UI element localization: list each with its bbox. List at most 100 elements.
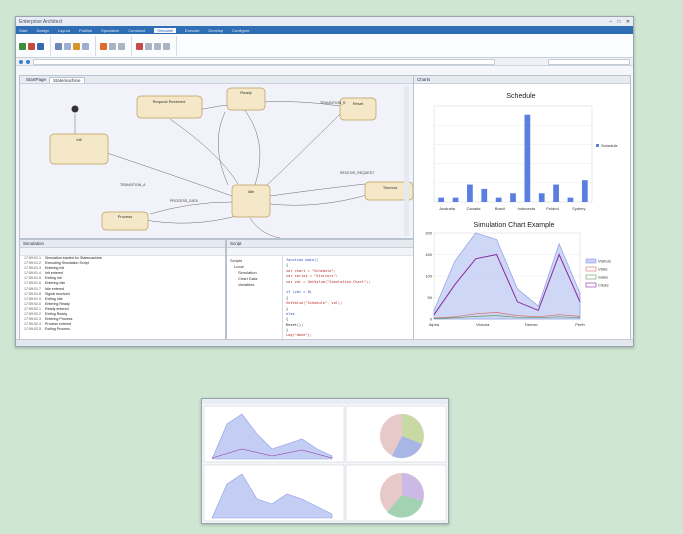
bar[interactable] xyxy=(467,184,473,202)
ribbon-tab-configure[interactable]: Configure xyxy=(232,28,249,33)
watch-icon[interactable] xyxy=(82,42,89,50)
diagram-scrollbar[interactable] xyxy=(404,86,409,236)
preview-charts xyxy=(203,405,447,522)
x-tick-label: Australia xyxy=(439,206,455,211)
prev-icon[interactable] xyxy=(163,42,170,50)
trace-icon[interactable] xyxy=(136,42,143,50)
simulation-toolbar xyxy=(20,248,225,256)
x-tick-label: Victoria xyxy=(476,322,490,327)
window-title: Enterprise Architect xyxy=(19,18,63,25)
simulation-chart: Simulation Chart Example 0 50 100 150 200 Visi… xyxy=(425,222,611,327)
stop-icon[interactable] xyxy=(28,42,35,50)
y-tick-label: 150 xyxy=(425,252,432,257)
log-text: Signal received xyxy=(45,291,70,296)
step-icon[interactable] xyxy=(37,42,44,50)
log-entry[interactable]: 17:59:02.5 Exiting Process xyxy=(24,327,225,332)
y-tick-label: 0 xyxy=(430,317,433,322)
log-timestamp: 17:59:01.8 xyxy=(24,291,41,296)
transition-edge xyxy=(239,103,261,186)
y-tick-label: 200 xyxy=(425,231,432,236)
log-timestamp: 17:59:02.2 xyxy=(24,312,41,317)
status-bar xyxy=(16,339,633,346)
ribbon-tab-design[interactable]: Design xyxy=(36,28,48,33)
forward-icon[interactable] xyxy=(26,59,30,64)
transition-edge xyxy=(269,183,366,197)
script-editor[interactable]: function main(){ var chart = "Schedule";… xyxy=(283,256,413,340)
main-window: Enterprise Architect – □ ✕ Start Design La… xyxy=(15,16,634,347)
state-node-request[interactable]: Request Received xyxy=(136,95,203,119)
record-icon[interactable] xyxy=(109,42,116,50)
charts-pane: Charts Schedule Australia Canada Brazil Indo… xyxy=(413,75,631,341)
search-input[interactable] xyxy=(548,58,630,65)
breadcrumb-input[interactable] xyxy=(33,58,495,65)
x-tick-label: Indonesia xyxy=(517,206,535,211)
pause-icon[interactable] xyxy=(118,42,125,50)
chart-title: Schedule xyxy=(506,93,535,100)
legend-label: Schedule xyxy=(601,143,618,148)
preview-window xyxy=(201,398,449,524)
ribbon-tab-execute[interactable]: Execute xyxy=(185,28,199,33)
next-icon[interactable] xyxy=(154,42,161,50)
legend-label: Visits xyxy=(598,267,607,272)
ribbon-tab-layout[interactable]: Layout xyxy=(58,28,70,33)
bar[interactable] xyxy=(567,197,574,202)
log-timestamp: 17:59:02.1 xyxy=(24,306,41,311)
log-text: Simulation started for Statemachine xyxy=(45,256,102,260)
run-icon[interactable] xyxy=(19,42,26,50)
simulation-pane: Simulation 17:59:01.1 Simulation started … xyxy=(19,239,226,341)
state-node-ready[interactable]: Ready xyxy=(226,87,266,111)
chart-icon[interactable] xyxy=(100,42,107,50)
back-icon[interactable] xyxy=(19,59,23,64)
state-label: Timeout xyxy=(383,185,398,190)
tab-startpage[interactable]: StartPage xyxy=(23,77,49,82)
script-pane-title: Script xyxy=(230,241,242,246)
close-icon[interactable]: ✕ xyxy=(626,19,630,25)
legend-swatch xyxy=(585,258,597,264)
bar[interactable] xyxy=(538,193,545,202)
state-label: Init xyxy=(76,137,82,142)
y-tick-label: 100 xyxy=(425,274,432,279)
bar[interactable] xyxy=(438,197,445,202)
ribbon-tab-publish[interactable]: Publish xyxy=(79,28,92,33)
state-node-process[interactable]: Process xyxy=(101,211,149,231)
maximize-icon[interactable]: □ xyxy=(617,19,620,25)
minimize-icon[interactable]: – xyxy=(609,19,612,25)
legend-swatch xyxy=(596,144,599,147)
log-text: Idle entered xyxy=(45,286,64,291)
script-toolbar xyxy=(227,248,413,256)
bar[interactable] xyxy=(524,114,531,202)
ribbon-tab-construct[interactable]: Construct xyxy=(128,28,145,33)
transition-edge xyxy=(249,217,281,238)
state-node-idle[interactable]: Idle xyxy=(231,184,271,218)
tab-statemachine[interactable]: Statemachine xyxy=(49,76,85,83)
log-text: Entering Idle xyxy=(45,281,66,286)
bar[interactable] xyxy=(452,197,459,202)
log-text: Process entered xyxy=(45,322,72,327)
history-icon[interactable] xyxy=(145,42,152,50)
x-tick-label: Canada xyxy=(466,206,481,211)
breakpoint-icon[interactable] xyxy=(73,42,80,50)
script-pane-header: Script xyxy=(227,240,413,248)
state-diagram: Init Request Received Ready Reset Idle T… xyxy=(20,84,413,238)
x-tick-label: Denver xyxy=(525,322,539,327)
ribbon-tab-start[interactable]: Start xyxy=(19,28,27,33)
debug-icon[interactable] xyxy=(64,42,71,50)
ribbon-tab-specialize[interactable]: Specialize xyxy=(101,28,119,33)
plot-area xyxy=(433,105,593,203)
bar[interactable] xyxy=(510,193,516,202)
state-node-init[interactable]: Init xyxy=(49,133,109,165)
transition-label: RECEIVE_REQUEST xyxy=(340,171,375,175)
transition-edge xyxy=(94,148,233,197)
charts-pane-title: Charts xyxy=(417,77,431,82)
bar[interactable] xyxy=(553,184,559,202)
initial-state-icon[interactable] xyxy=(71,105,79,113)
bar[interactable] xyxy=(581,180,588,202)
bar[interactable] xyxy=(495,197,502,202)
log-timestamp: 17:59:01.7 xyxy=(24,286,41,291)
tree-item[interactable]: Variables xyxy=(230,282,279,288)
ribbon-tab-simulate[interactable]: Simulate xyxy=(154,27,176,33)
bar[interactable] xyxy=(481,188,488,202)
x-tick-label: Alpha xyxy=(429,322,440,327)
analyzer-icon[interactable] xyxy=(55,42,62,50)
ribbon-tab-develop[interactable]: Develop xyxy=(208,28,223,33)
